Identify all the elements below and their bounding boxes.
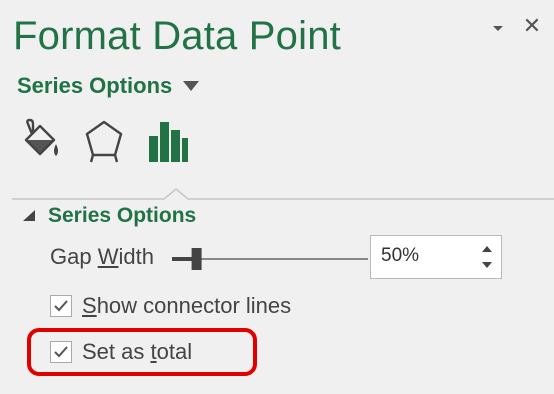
gap-width-value[interactable]: 50%	[381, 245, 419, 267]
series-options-dropdown[interactable]: Series Options	[17, 72, 200, 100]
tab-divider	[12, 188, 554, 200]
section-title: Series Options	[48, 204, 197, 227]
gap-width-label-suffix: idth	[118, 244, 154, 269]
show-connector-lines-checkbox[interactable]	[50, 295, 72, 317]
set-as-total-highlight	[27, 328, 257, 376]
effects-icon[interactable]	[82, 118, 126, 164]
fill-line-icon[interactable]	[18, 118, 62, 164]
series-options-dropdown-label: Series Options	[17, 73, 173, 98]
format-data-point-pane: Format Data Point ✕ Series Options Serie…	[0, 0, 554, 394]
caret-down-icon	[183, 81, 200, 91]
connector-lines-label-rest: how connector lines	[96, 293, 292, 318]
slider-thumb	[191, 248, 202, 270]
series-options-icon[interactable]	[146, 118, 190, 164]
show-connector-lines-option[interactable]: Show connector lines	[50, 292, 291, 320]
connector-lines-label-key: S	[82, 293, 97, 318]
pane-title: Format Data Point	[13, 14, 341, 58]
collapse-triangle-icon	[23, 210, 35, 221]
gap-width-label-key: W	[97, 244, 119, 269]
gap-width-label-prefix: Gap	[50, 244, 98, 269]
checkmark-icon	[54, 300, 68, 312]
spinner-arrows-icon[interactable]	[481, 242, 493, 272]
close-icon[interactable]: ✕	[522, 15, 542, 37]
series-options-section-header[interactable]: Series Options	[22, 202, 196, 230]
gap-width-spinner[interactable]: 50%	[370, 235, 502, 279]
chevron-down-icon[interactable]	[490, 20, 506, 36]
show-connector-lines-label: Show connector lines	[82, 293, 291, 319]
gap-width-slider[interactable]	[172, 246, 368, 272]
gap-width-label: Gap Width	[50, 244, 154, 270]
